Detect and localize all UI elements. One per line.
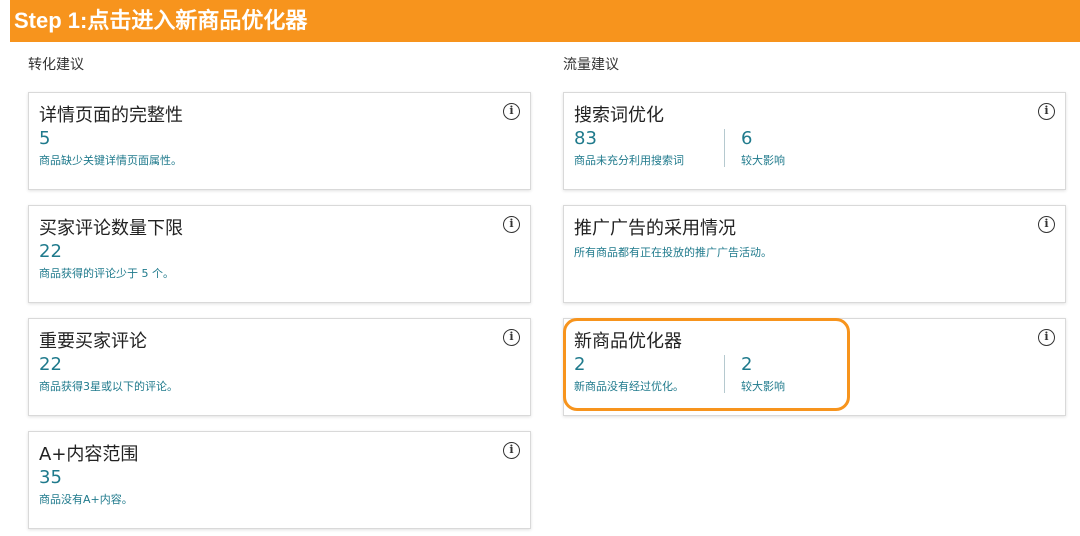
metric-value: 5	[39, 128, 51, 149]
metric-value: 6	[741, 128, 753, 149]
metric-value: 83	[574, 128, 597, 149]
metric: 35 商品没有A+内容。	[39, 468, 133, 507]
metric-divider	[724, 355, 725, 393]
info-icon[interactable]: i	[503, 103, 520, 120]
metric-value: 2	[741, 354, 753, 375]
card-title: A+内容范围	[39, 444, 139, 465]
card-title: 详情页面的完整性	[39, 105, 183, 126]
metric: 22 商品获得的评论少于 5 个。	[39, 242, 174, 281]
card-listing-completeness[interactable]: 详情页面的完整性 i 5 商品缺少关键详情页面属性。	[28, 92, 531, 190]
step-banner: Step 1:点击进入新商品优化器	[10, 0, 1080, 42]
card-aplus-content[interactable]: A+内容范围 i 35 商品没有A+内容。	[28, 431, 531, 529]
card-critical-reviews[interactable]: 重要买家评论 i 22 商品获得3星或以下的评论。	[28, 318, 531, 416]
metric-description: 商品获得的评论少于 5 个。	[39, 267, 174, 280]
card-search-terms[interactable]: 搜索词优化 i 83 商品未充分利用搜索词 6 较大影响	[563, 92, 1066, 190]
card-new-product-optimizer[interactable]: 新商品优化器 i 2 新商品没有经过优化。 2 较大影响	[563, 318, 1066, 416]
info-icon[interactable]: i	[1038, 103, 1055, 120]
metric: 83 商品未充分利用搜索词	[574, 129, 684, 168]
info-icon[interactable]: i	[503, 329, 520, 346]
metric-description: 商品未充分利用搜索词	[574, 154, 684, 167]
metric-description: 较大影响	[741, 380, 785, 393]
metric-description: 商品没有A+内容。	[39, 493, 133, 506]
metric-description: 新商品没有经过优化。	[574, 380, 684, 393]
conversion-section-title: 转化建议	[28, 57, 84, 73]
card-title: 搜索词优化	[574, 105, 664, 126]
card-title: 买家评论数量下限	[39, 218, 183, 239]
metric-value: 2	[574, 354, 586, 375]
card-description: 所有商品都有正在投放的推广广告活动。	[574, 246, 772, 259]
info-icon[interactable]: i	[503, 216, 520, 233]
metric-value: 35	[39, 467, 62, 488]
card-sponsored-ads[interactable]: 推广广告的采用情况 i 所有商品都有正在投放的推广广告活动。	[563, 205, 1066, 303]
card-title: 新商品优化器	[574, 331, 682, 352]
info-icon[interactable]: i	[1038, 216, 1055, 233]
metric: 2 新商品没有经过优化。	[574, 355, 684, 394]
metric: 5 商品缺少关键详情页面属性。	[39, 129, 182, 168]
traffic-section-title: 流量建议	[563, 57, 619, 73]
metric-description: 商品获得3星或以下的评论。	[39, 380, 178, 393]
metric-description: 商品缺少关键详情页面属性。	[39, 154, 182, 167]
metric-impact: 6 较大影响	[741, 129, 785, 168]
info-icon[interactable]: i	[1038, 329, 1055, 346]
info-icon[interactable]: i	[503, 442, 520, 459]
metric-value: 22	[39, 354, 62, 375]
metric-impact: 2 较大影响	[741, 355, 785, 394]
metric-description: 较大影响	[741, 154, 785, 167]
card-title: 重要买家评论	[39, 331, 147, 352]
card-review-count[interactable]: 买家评论数量下限 i 22 商品获得的评论少于 5 个。	[28, 205, 531, 303]
metric-value: 22	[39, 241, 62, 262]
metric: 22 商品获得3星或以下的评论。	[39, 355, 178, 394]
card-title: 推广广告的采用情况	[574, 218, 736, 239]
metric-divider	[724, 129, 725, 167]
